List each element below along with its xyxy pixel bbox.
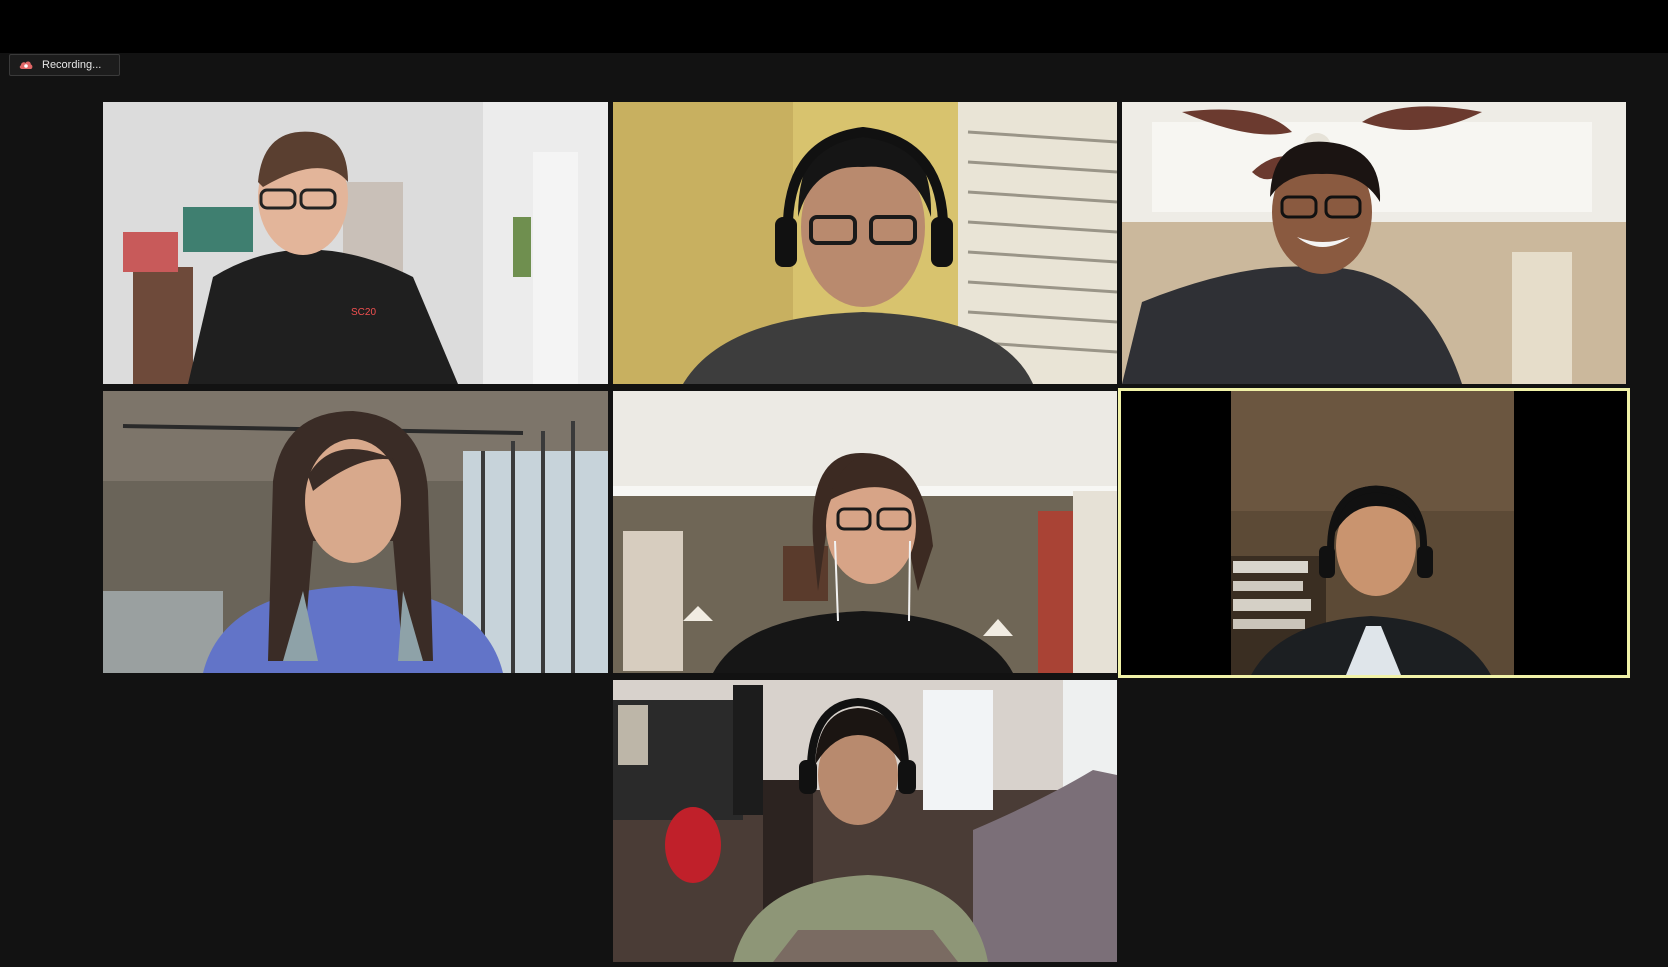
- participant-tile-5[interactable]: [613, 391, 1117, 673]
- recording-indicator[interactable]: Recording...: [9, 54, 120, 76]
- recording-label: Recording...: [42, 59, 102, 71]
- participant-tile-4[interactable]: [103, 391, 608, 673]
- participant-tile-7[interactable]: [613, 680, 1117, 962]
- participant-video-3: [1122, 102, 1626, 384]
- participant-video-5: [613, 391, 1117, 673]
- participant-tile-2[interactable]: [613, 102, 1117, 384]
- participant-tile-1[interactable]: SC20: [103, 102, 608, 384]
- participant-tile-3[interactable]: [1122, 102, 1626, 384]
- participant-video-7: [613, 680, 1117, 962]
- participant-video-6: [1121, 391, 1627, 675]
- participant-video-2: [613, 102, 1117, 384]
- participant-tile-6-active-speaker[interactable]: [1118, 388, 1630, 678]
- cloud-record-icon: [18, 59, 34, 71]
- window-top-bar: [0, 0, 1668, 53]
- participant-video-1: SC20: [103, 102, 608, 384]
- shirt-logo: SC20: [351, 307, 376, 318]
- participant-video-4: [103, 391, 608, 673]
